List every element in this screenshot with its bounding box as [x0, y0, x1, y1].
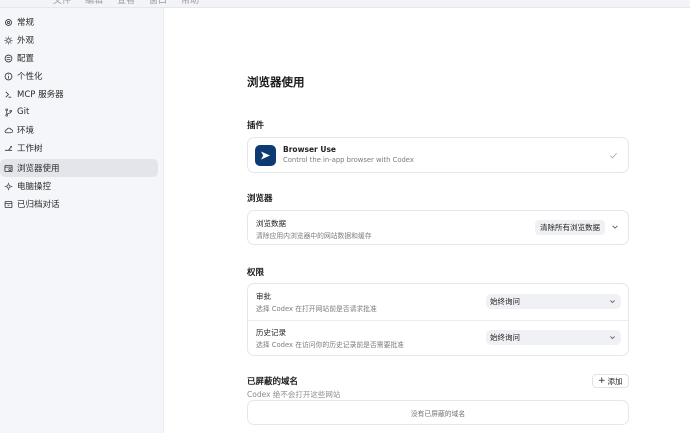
sidebar-item-label: 外观 [17, 36, 35, 46]
sidebar-item-worktree[interactable]: 工作树 [0, 139, 158, 157]
cloud-icon [4, 126, 13, 135]
sidebar-item-label: 环境 [17, 126, 35, 136]
sidebar-item-label: 配置 [17, 54, 35, 64]
browser-use-logo-icon [255, 145, 276, 166]
plugins-section-title: 插件 [247, 121, 265, 131]
sidebar-item-label: 个性化 [17, 72, 43, 82]
sun-icon [4, 35, 13, 45]
sidebar-item-personalization[interactable]: 个性化 [0, 67, 158, 85]
history-subtitle: 选择 Codex 在访问你的历史记录前是否需要批准 [256, 341, 404, 349]
settings-panel: 浏览器使用 插件 Browser Use Control the in-app … [165, 8, 690, 433]
menu-bar: 文件 编辑 查看 窗口 帮助 [0, 0, 690, 8]
sidebar-item-computer-control[interactable]: 电脑操控 [0, 177, 158, 195]
history-select[interactable]: 始终询问 [486, 330, 621, 345]
sidebar-item-general[interactable]: 常规 [0, 13, 158, 31]
blocked-domains-subtitle: Codex 绝不会打开这些网站 [247, 390, 341, 399]
approval-select[interactable]: 始终询问 [486, 294, 621, 309]
plugin-description: Control the in-app browser with Codex [283, 156, 414, 164]
plus-icon: + [598, 375, 606, 386]
server-icon [4, 90, 13, 99]
add-domain-label: 添加 [607, 376, 623, 386]
info-icon [4, 72, 13, 81]
sidebar-item-appearance[interactable]: 外观 [0, 31, 158, 49]
page-title: 浏览器使用 [247, 75, 305, 89]
sidebar-item-label: 已归档对话 [17, 200, 60, 210]
history-title: 历史记录 [256, 328, 286, 337]
check-icon [610, 152, 617, 159]
sidebar-item-label: 电脑操控 [17, 182, 52, 192]
menu-file[interactable]: 文件 [53, 0, 71, 6]
menu-help[interactable]: 帮助 [181, 0, 199, 6]
sidebar-item-label: Git [17, 107, 30, 117]
config-icon [4, 54, 13, 63]
sidebar-item-label: 常规 [17, 18, 35, 28]
plugin-card[interactable]: Browser Use Control the in-app browser w… [247, 137, 629, 173]
history-select-value: 始终询问 [490, 333, 520, 342]
approval-select-value: 始终询问 [490, 297, 520, 306]
clear-browsing-data-button[interactable]: 清除所有浏览数据 [535, 220, 605, 235]
browsing-data-title: 浏览数据 [256, 219, 286, 228]
chevron-down-icon [610, 336, 615, 340]
chevron-down-icon [610, 300, 615, 304]
plugin-name: Browser Use [283, 145, 336, 154]
sidebar-item-browser-use[interactable]: 浏览器使用 [0, 159, 158, 177]
sidebar-item-environment[interactable]: 环境 [0, 121, 158, 139]
cursor-icon [4, 182, 13, 191]
browser-section-title: 浏览器 [247, 194, 273, 204]
menu-view[interactable]: 查看 [117, 0, 135, 6]
sidebar-item-label: 浏览器使用 [17, 164, 60, 174]
gear-icon [4, 18, 13, 27]
browsing-data-card: 浏览数据 清除应用内浏览器中的网站数据和缓存 清除所有浏览数据 [247, 210, 629, 245]
sidebar-item-config[interactable]: 配置 [0, 49, 158, 67]
git-branch-icon [4, 108, 13, 117]
row-divider [248, 320, 628, 321]
menu-window[interactable]: 窗口 [149, 0, 167, 6]
sidebar-item-label: MCP 服务器 [17, 90, 64, 100]
archive-icon [4, 200, 13, 209]
approval-subtitle: 选择 Codex 在打开网站前是否请求批准 [256, 305, 377, 313]
approval-title: 审批 [256, 292, 271, 301]
chevron-down-icon[interactable] [611, 223, 619, 231]
blocked-domains-empty-state: 没有已屏蔽的域名 [247, 400, 629, 425]
sidebar: 常规 外观 配置 个性化 MCP 服务器 Git 环境 工作树 浏览器使用 电脑… [0, 8, 164, 433]
blocked-domains-section-title: 已屏蔽的域名 [247, 377, 299, 387]
sidebar-item-git[interactable]: Git [0, 103, 158, 121]
browser-icon [4, 164, 13, 173]
add-domain-button[interactable]: + 添加 [592, 374, 629, 388]
menu-edit[interactable]: 编辑 [85, 0, 103, 6]
worktree-icon [4, 144, 13, 153]
sidebar-item-label: 工作树 [17, 144, 43, 154]
sidebar-item-archived-chats[interactable]: 已归档对话 [0, 195, 158, 213]
sidebar-item-mcp-servers[interactable]: MCP 服务器 [0, 85, 158, 103]
browsing-data-subtitle: 清除应用内浏览器中的网站数据和缓存 [256, 232, 372, 240]
permissions-card: 审批 选择 Codex 在打开网站前是否请求批准 始终询问 历史记录 选择 Co… [247, 283, 629, 356]
permissions-section-title: 权限 [247, 268, 265, 278]
